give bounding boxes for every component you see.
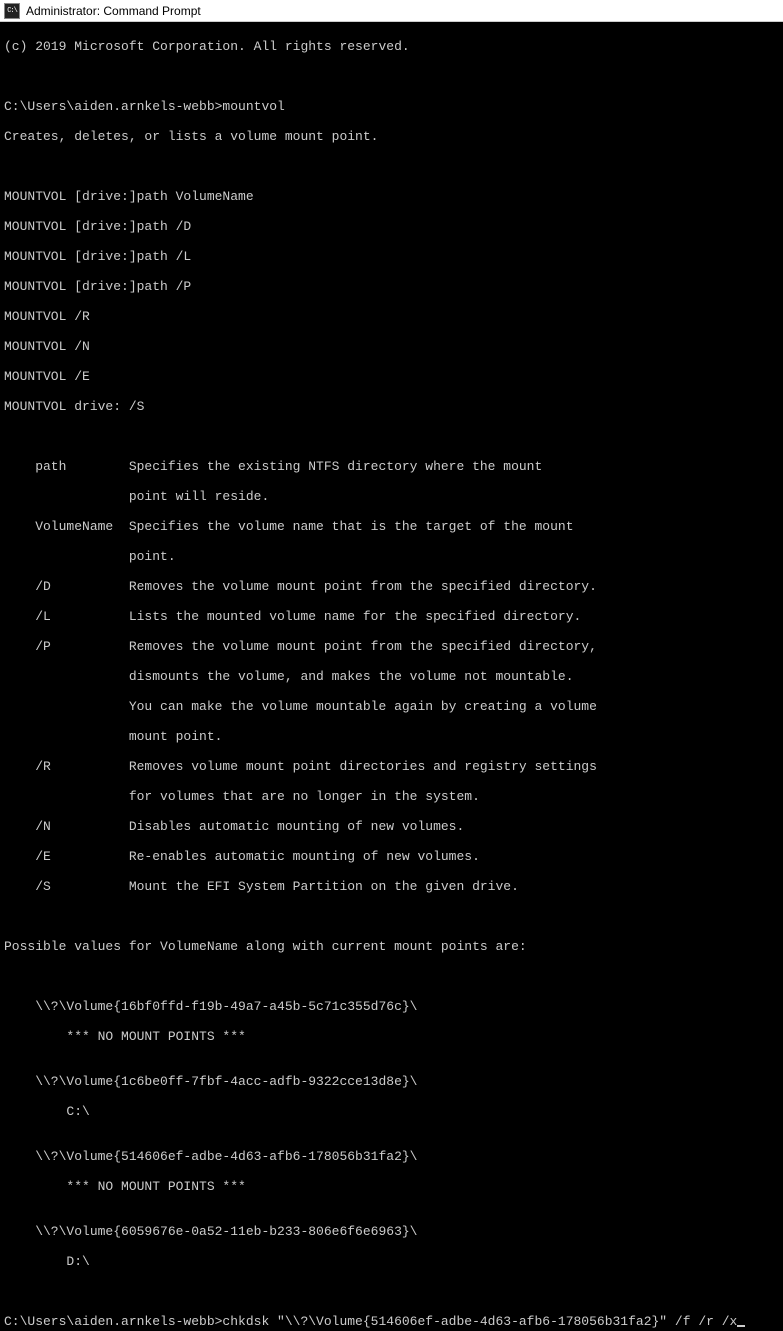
param-line: /R Removes volume mount point directorie…: [4, 759, 779, 774]
syntax-line: MOUNTVOL drive: /S: [4, 399, 779, 414]
window-title: Administrator: Command Prompt: [26, 4, 201, 18]
prompt-line: C:\Users\aiden.arnkels-webb>chkdsk "\\?\…: [4, 1314, 737, 1329]
syntax-line: MOUNTVOL [drive:]path /L: [4, 249, 779, 264]
volume-line: *** NO MOUNT POINTS ***: [4, 1029, 779, 1044]
blank-line: [4, 1284, 779, 1299]
volume-line: \\?\Volume{1c6be0ff-7fbf-4acc-adfb-9322c…: [4, 1074, 779, 1089]
param-line: path Specifies the existing NTFS directo…: [4, 459, 779, 474]
volume-line: \\?\Volume{514606ef-adbe-4d63-afb6-17805…: [4, 1149, 779, 1164]
param-line: /P Removes the volume mount point from t…: [4, 639, 779, 654]
syntax-line: MOUNTVOL /E: [4, 369, 779, 384]
cmd-icon: C:\: [4, 3, 20, 19]
cursor: [737, 1325, 745, 1327]
param-line: /E Re-enables automatic mounting of new …: [4, 849, 779, 864]
prompt-line: C:\Users\aiden.arnkels-webb>mountvol: [4, 99, 779, 114]
param-line: You can make the volume mountable again …: [4, 699, 779, 714]
param-line: /S Mount the EFI System Partition on the…: [4, 879, 779, 894]
param-line: dismounts the volume, and makes the volu…: [4, 669, 779, 684]
blank-line: [4, 429, 779, 444]
syntax-line: MOUNTVOL [drive:]path /P: [4, 279, 779, 294]
syntax-line: MOUNTVOL /N: [4, 339, 779, 354]
volume-line: D:\: [4, 1254, 779, 1269]
syntax-line: MOUNTVOL [drive:]path VolumeName: [4, 189, 779, 204]
possible-values-header: Possible values for VolumeName along wit…: [4, 939, 779, 954]
param-line: for volumes that are no longer in the sy…: [4, 789, 779, 804]
blank-line: [4, 909, 779, 924]
param-line: /N Disables automatic mounting of new vo…: [4, 819, 779, 834]
param-line: /D Removes the volume mount point from t…: [4, 579, 779, 594]
blank-line: [4, 69, 779, 84]
param-line: point will reside.: [4, 489, 779, 504]
param-line: mount point.: [4, 729, 779, 744]
syntax-line: MOUNTVOL /R: [4, 309, 779, 324]
param-line: point.: [4, 549, 779, 564]
volume-line: *** NO MOUNT POINTS ***: [4, 1179, 779, 1194]
syntax-line: MOUNTVOL [drive:]path /D: [4, 219, 779, 234]
terminal-area[interactable]: (c) 2019 Microsoft Corporation. All righ…: [0, 22, 783, 1331]
param-line: /L Lists the mounted volume name for the…: [4, 609, 779, 624]
volume-line: \\?\Volume{6059676e-0a52-11eb-b233-806e6…: [4, 1224, 779, 1239]
copyright-line: (c) 2019 Microsoft Corporation. All righ…: [4, 39, 779, 54]
volume-line: C:\: [4, 1104, 779, 1119]
blank-line: [4, 159, 779, 174]
param-line: VolumeName Specifies the volume name tha…: [4, 519, 779, 534]
volume-line: \\?\Volume{16bf0ffd-f19b-49a7-a45b-5c71c…: [4, 999, 779, 1014]
description-line: Creates, deletes, or lists a volume moun…: [4, 129, 779, 144]
blank-line: [4, 969, 779, 984]
window-titlebar[interactable]: C:\ Administrator: Command Prompt: [0, 0, 783, 22]
